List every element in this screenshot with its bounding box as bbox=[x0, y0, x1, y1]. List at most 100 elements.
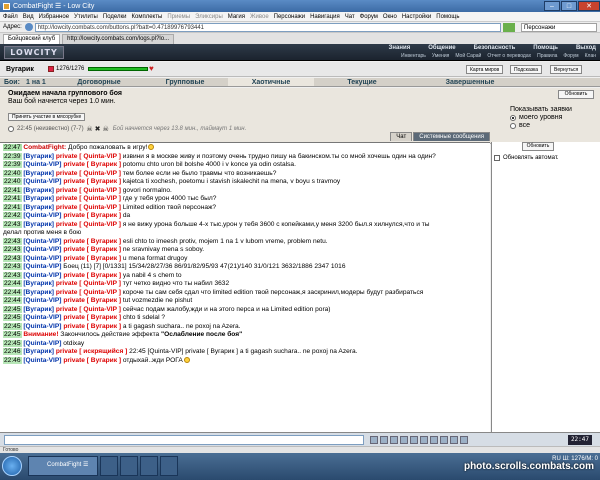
menu-item[interactable]: Магия bbox=[228, 14, 245, 20]
private-target[interactable]: [ Вугарик ] bbox=[87, 238, 121, 245]
private-target[interactable]: [ Вугарик ] bbox=[87, 357, 121, 364]
toolbar-icon[interactable] bbox=[390, 436, 398, 444]
chat-nick[interactable]: [Вугарик] bbox=[23, 348, 54, 355]
top-nav-item[interactable]: Помощь bbox=[533, 45, 558, 51]
private-target[interactable]: [ Вугарик ] bbox=[87, 323, 121, 330]
chat-nick[interactable]: [Quinta-VIP] bbox=[23, 246, 61, 253]
menu-item[interactable]: Поделки bbox=[103, 14, 127, 20]
join-button[interactable]: Принять участие в мясорубке bbox=[8, 113, 86, 121]
sub-nav-item[interactable]: Инвентарь bbox=[401, 53, 426, 59]
back-button[interactable]: Вернуться bbox=[550, 65, 583, 74]
menu-item[interactable]: Вид bbox=[23, 14, 34, 20]
tab-group[interactable]: Групповые bbox=[142, 78, 228, 86]
tab-contract[interactable]: Договорные bbox=[56, 78, 142, 86]
private-target[interactable]: [ Quinta-VIP ] bbox=[79, 204, 121, 211]
radio-all[interactable] bbox=[510, 122, 516, 129]
chat-input[interactable] bbox=[4, 435, 364, 445]
maximize-button[interactable]: □ bbox=[561, 1, 577, 11]
private-target[interactable]: [ Вугарик ] bbox=[87, 297, 121, 304]
minimize-button[interactable]: – bbox=[544, 1, 560, 11]
taskbar-app-combatfight[interactable]: CombatFight ☰ bbox=[28, 456, 98, 476]
chat-nick[interactable]: [Quinta-VIP] bbox=[23, 178, 61, 185]
chat-nick[interactable]: [Вугарик] bbox=[23, 221, 54, 228]
toolbar-icon[interactable] bbox=[450, 436, 458, 444]
private-target[interactable]: [ Вугарик ] bbox=[87, 212, 121, 219]
start-button[interactable] bbox=[2, 456, 22, 476]
private-target[interactable]: [ Вугарик ] bbox=[87, 255, 121, 262]
toolbar-icon[interactable] bbox=[370, 436, 378, 444]
private-target[interactable]: [ Quinta-VIP ] bbox=[79, 306, 121, 313]
chat-nick[interactable]: [Вугарик] bbox=[23, 170, 54, 177]
auto-refresh-checkbox[interactable] bbox=[494, 155, 500, 161]
chat-nick[interactable]: [Quinta-VIP] bbox=[23, 255, 61, 262]
chat-nick[interactable]: [Вугарик] bbox=[23, 280, 54, 287]
menu-item[interactable]: Эликсиры bbox=[195, 14, 223, 20]
tab-1v1[interactable]: 1 на 1 bbox=[22, 78, 56, 86]
top-nav-item[interactable]: Выход bbox=[576, 45, 596, 51]
private-target[interactable]: [ Вугарик ] bbox=[87, 161, 121, 168]
chat-nick[interactable]: [Quinta-VIP] bbox=[23, 238, 61, 245]
update-button[interactable]: Обновить bbox=[558, 90, 594, 99]
sub-nav-item[interactable]: Мой Сарай bbox=[455, 53, 481, 59]
chat-nick[interactable]: [Quinta-VIP] bbox=[23, 263, 61, 270]
menu-item[interactable]: Избранное bbox=[39, 14, 69, 20]
private-target[interactable]: [ Вугарик ] bbox=[87, 272, 121, 279]
sub-nav-item[interactable]: Отчет о переводах bbox=[487, 53, 531, 59]
taskbar-app[interactable] bbox=[100, 456, 118, 476]
menu-item[interactable]: Чат bbox=[345, 14, 355, 20]
map-button[interactable]: Карта миров bbox=[466, 65, 504, 74]
toolbar-icon[interactable] bbox=[420, 436, 428, 444]
private-target[interactable]: [ Вугарик ] bbox=[87, 246, 121, 253]
menu-item[interactable]: Окно bbox=[383, 14, 397, 20]
tab-system-messages[interactable]: Системные сообщения bbox=[413, 132, 490, 141]
close-button[interactable]: ✕ bbox=[578, 1, 600, 11]
private-target[interactable]: [ Quinta-VIP ] bbox=[79, 221, 121, 228]
private-target[interactable]: [ Quinta-VIP ] bbox=[79, 170, 121, 177]
chat-nick[interactable]: [Quinta-VIP] bbox=[23, 161, 61, 168]
private-target[interactable]: [ Quinta-VIP ] bbox=[79, 195, 121, 202]
private-target[interactable]: [ Quinta-VIP ] bbox=[79, 280, 121, 287]
taskbar-app[interactable] bbox=[120, 456, 138, 476]
radio-my-level[interactable] bbox=[510, 114, 516, 121]
top-nav-item[interactable]: Общение bbox=[428, 45, 455, 51]
chat-nick[interactable]: [Вугарик] bbox=[23, 204, 54, 211]
toolbar-icon[interactable] bbox=[440, 436, 448, 444]
chat-nick[interactable]: [Quinta-VIP] bbox=[23, 212, 61, 219]
menu-item[interactable]: Навигация bbox=[310, 14, 340, 20]
chat-nick[interactable]: [Quinta-VIP] bbox=[23, 340, 61, 347]
menu-item[interactable]: Помощь bbox=[436, 14, 459, 20]
private-target[interactable]: [ Вугарик ] bbox=[87, 314, 121, 321]
chat-nick[interactable]: [Вугарик] bbox=[23, 306, 54, 313]
chat-nick[interactable]: [Quinta-VIP] bbox=[23, 323, 61, 330]
taskbar-app[interactable] bbox=[140, 456, 158, 476]
taskbar-app[interactable] bbox=[160, 456, 178, 476]
menu-item[interactable]: Файл bbox=[3, 14, 18, 20]
private-target[interactable]: [ Quinta-VIP ] bbox=[79, 187, 121, 194]
chat-nick[interactable]: [Вугарик] bbox=[23, 195, 54, 202]
chat-nick[interactable]: [Вугарик] bbox=[23, 187, 54, 194]
chat-nick[interactable]: [Quinta-VIP] bbox=[23, 272, 61, 279]
search-input[interactable]: Персонажи bbox=[521, 22, 597, 32]
private-target[interactable]: [ Вугарик ] bbox=[87, 178, 121, 185]
tab-chaotic[interactable]: Хаотичные bbox=[228, 78, 314, 86]
player-name[interactable]: Вугарик bbox=[6, 66, 34, 73]
menu-item[interactable]: Форум bbox=[360, 14, 378, 20]
menu-item[interactable]: Персонажи bbox=[274, 14, 305, 20]
sub-nav-item[interactable]: Форум bbox=[563, 53, 578, 59]
tab-chat[interactable]: Чат bbox=[390, 132, 413, 141]
sub-nav-item[interactable]: Правила bbox=[537, 53, 557, 59]
private-target[interactable]: [ Quinta-VIP ] bbox=[79, 289, 121, 296]
go-button[interactable] bbox=[503, 22, 515, 32]
menu-item[interactable]: Живое bbox=[250, 14, 269, 20]
toolbar-icon[interactable] bbox=[400, 436, 408, 444]
tab-combats[interactable]: Бойцовский клуб bbox=[3, 34, 61, 44]
menu-item[interactable]: Комплекты bbox=[132, 14, 163, 20]
tab-logs[interactable]: http://lowcity.combats.com/logs.pl?lo... bbox=[62, 34, 175, 44]
chat-nick[interactable]: [Вугарик] bbox=[23, 289, 54, 296]
chat-nick[interactable]: CombatFight: bbox=[23, 144, 66, 151]
menu-item[interactable]: Утилиты bbox=[74, 14, 98, 20]
chat-nick[interactable]: [Вугарик] bbox=[23, 153, 54, 160]
toolbar-icon[interactable] bbox=[430, 436, 438, 444]
sub-nav-item[interactable]: Умения bbox=[432, 53, 449, 59]
tab-finished[interactable]: Завершенные bbox=[410, 78, 530, 86]
